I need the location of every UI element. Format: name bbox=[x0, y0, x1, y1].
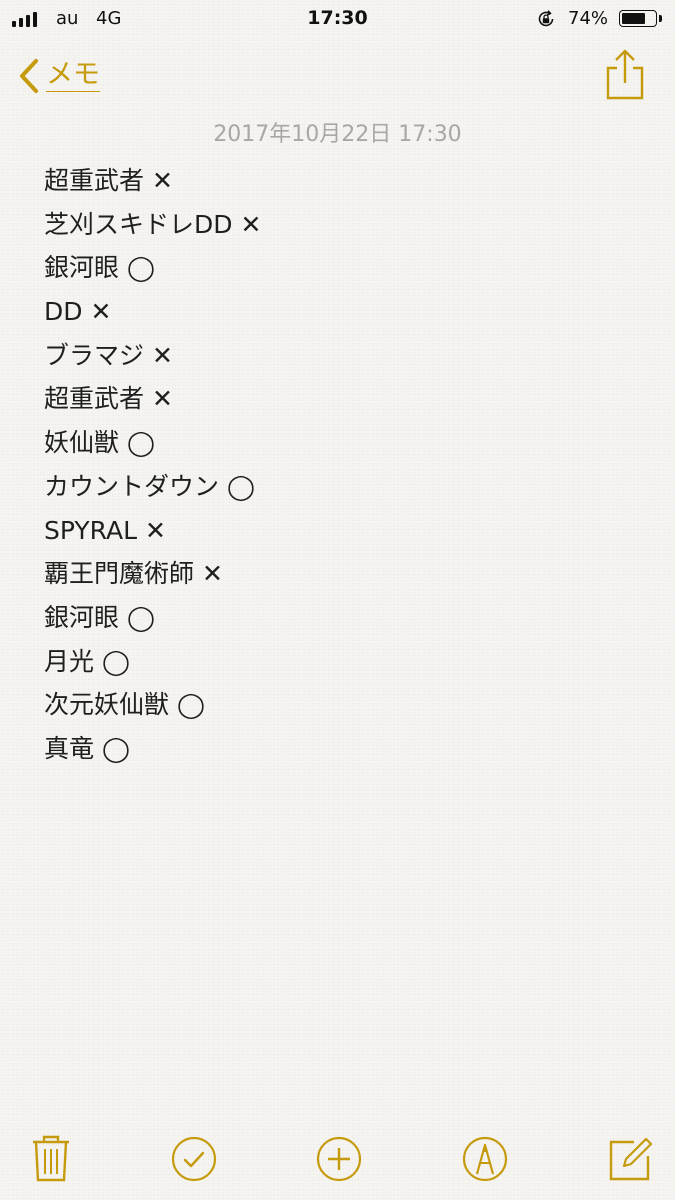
add-icon bbox=[316, 1136, 362, 1182]
note-line: 超重武者 ✕ bbox=[44, 384, 173, 414]
note-line: SPYRAL ✕ bbox=[44, 515, 166, 545]
delete-button[interactable] bbox=[27, 1132, 75, 1184]
note-line: 銀河眼 ◯ bbox=[44, 602, 155, 632]
note-line: カウントダウン ◯ bbox=[44, 471, 255, 501]
checklist-button[interactable] bbox=[170, 1132, 218, 1184]
note-line: ブラマジ ✕ bbox=[44, 340, 173, 370]
battery-icon bbox=[619, 10, 657, 27]
markup-icon bbox=[462, 1136, 508, 1182]
back-button[interactable]: メモ bbox=[18, 56, 100, 96]
note-date: 2017年10月22日 17:30 bbox=[213, 122, 462, 147]
status-bar: au 4G 17:30 74% bbox=[0, 0, 675, 38]
note-line: 超重武者 ✕ bbox=[44, 166, 173, 195]
note-line: 次元妖仙獣 ◯ bbox=[44, 690, 205, 720]
compose-icon bbox=[609, 1137, 653, 1181]
rotation-lock-icon bbox=[538, 10, 554, 27]
note-line: 月光 ◯ bbox=[44, 646, 130, 676]
chevron-left-icon bbox=[20, 59, 38, 93]
note-line: 銀河眼 ◯ bbox=[44, 253, 155, 283]
bottom-toolbar bbox=[0, 1132, 675, 1188]
checklist-icon bbox=[171, 1136, 217, 1182]
back-label: メモ bbox=[46, 59, 100, 92]
compose-button[interactable] bbox=[606, 1132, 654, 1184]
battery-percent: 74% bbox=[568, 8, 609, 29]
markup-button[interactable] bbox=[461, 1132, 509, 1184]
note-line: 覇王門魔術師 ✕ bbox=[44, 559, 223, 589]
note-line: 真竜 ◯ bbox=[44, 733, 130, 763]
battery-tip bbox=[659, 15, 662, 22]
battery-fill bbox=[622, 13, 645, 24]
note-body[interactable]: 超重武者 ✕ 芝刈スキドレDD ✕ 銀河眼 ◯ DD ✕ ブラマジ ✕ 超重武者… bbox=[44, 159, 261, 771]
add-button[interactable] bbox=[315, 1132, 363, 1184]
trash-icon bbox=[33, 1135, 69, 1182]
note-line: 妖仙獣 ◯ bbox=[44, 428, 155, 458]
note-line: DD ✕ bbox=[44, 297, 112, 327]
note-line: 芝刈スキドレDD ✕ bbox=[44, 209, 262, 239]
share-icon[interactable] bbox=[603, 48, 647, 102]
